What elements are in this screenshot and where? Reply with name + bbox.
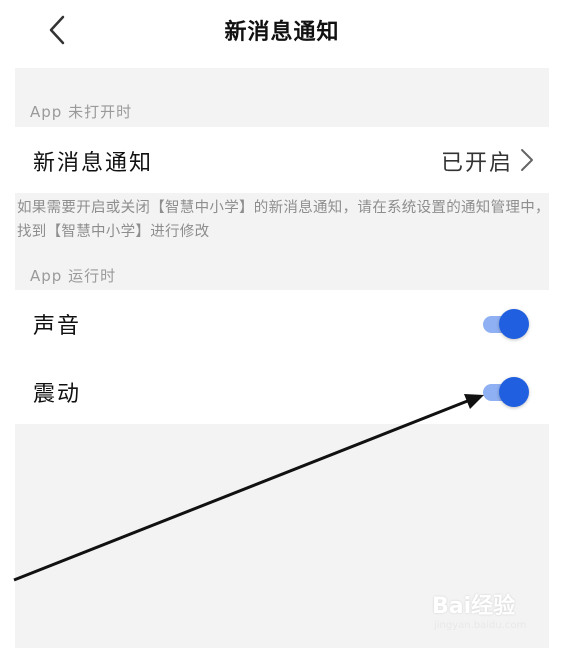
vibration-row: 震动	[15, 358, 549, 424]
new-message-notification-status: 已开启	[440, 151, 513, 176]
watermark-url: jingyan.baidu.com	[434, 620, 527, 631]
sound-row: 声音	[15, 290, 549, 358]
right-edge	[549, 0, 568, 648]
vibration-toggle[interactable]	[481, 377, 529, 407]
new-message-notification-label: 新消息通知	[33, 151, 154, 176]
section-label-app-running: App 运行时	[30, 267, 117, 285]
left-edge	[0, 0, 15, 648]
nav-header: 新消息通知	[15, 0, 549, 68]
section-label-app-closed: App 未打开时	[30, 103, 133, 121]
new-message-notification-row[interactable]: 新消息通知 已开启	[15, 127, 549, 193]
sound-label: 声音	[33, 314, 82, 339]
new-message-card: 新消息通知 已开启	[15, 127, 549, 193]
chevron-right-icon	[521, 149, 533, 171]
watermark-logo: Bai经验	[432, 594, 516, 619]
sound-toggle[interactable]	[481, 309, 529, 339]
vibration-label: 震动	[33, 382, 82, 407]
page-title: 新消息通知	[224, 20, 340, 45]
system-settings-hint: 如果需要开启或关闭【智慧中小学】的新消息通知，请在系统设置的通知管理中，找到【智…	[17, 200, 550, 240]
baidu-watermark: Bai经验 jingyan.baidu.com	[432, 588, 552, 638]
vibration-toggle-knob	[499, 377, 529, 407]
sound-toggle-knob	[499, 309, 529, 339]
running-settings-card: 声音 震动	[15, 290, 549, 424]
